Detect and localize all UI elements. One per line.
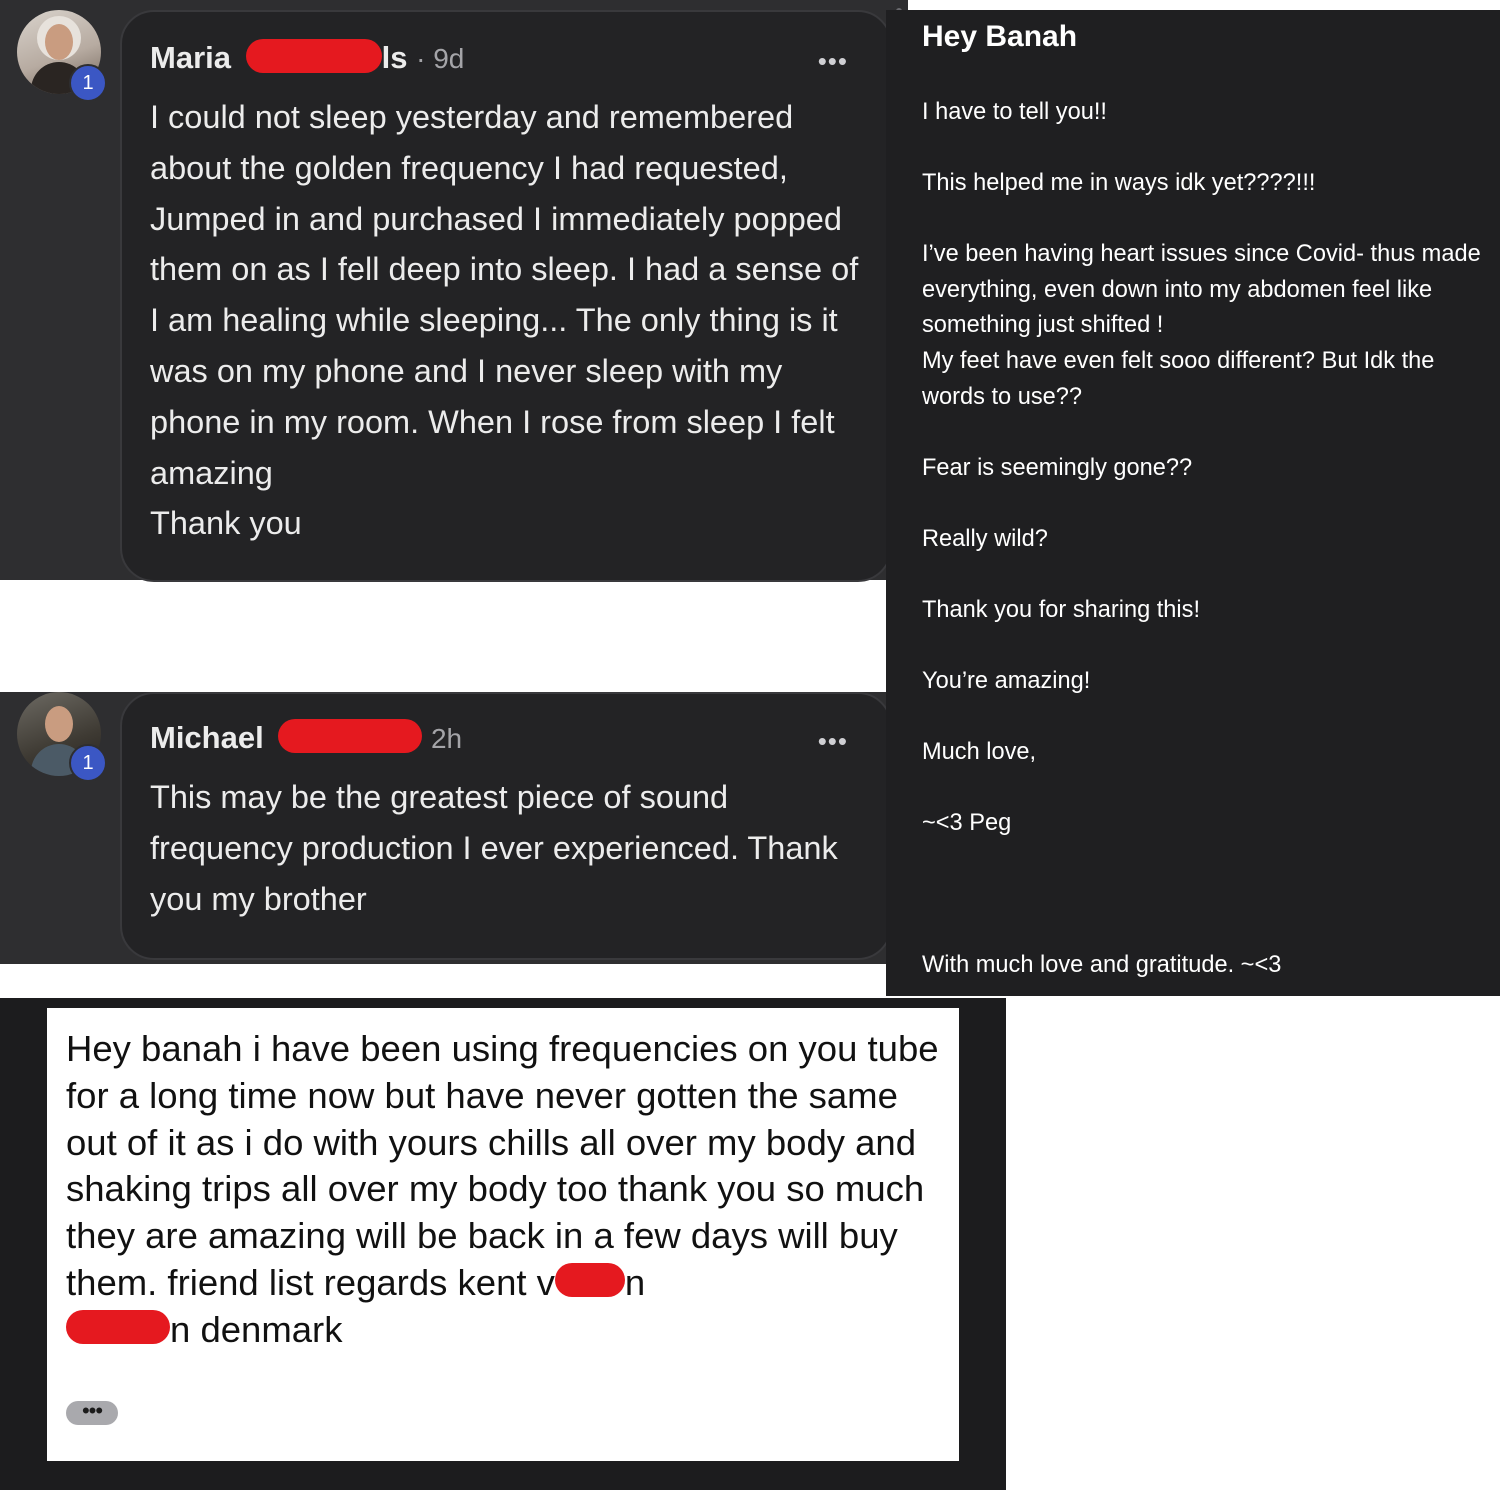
comment-panel-michael: 1 Michael 2h ••• This may be the greates… — [0, 692, 892, 964]
message-text: Hey banah i have been using frequencies … — [66, 1026, 946, 1354]
reaction-count-badge: 1 — [69, 744, 107, 782]
redaction-mark — [278, 718, 423, 753]
letter-line: My feet have even felt sooo different? B… — [922, 348, 1435, 410]
comment-panel-maria: 1 Maria ls · 9d ••• I could not sleep ye… — [0, 0, 908, 582]
letter-line: Thank you for sharing this! — [922, 597, 1201, 623]
reaction-count-badge: 1 — [69, 64, 107, 102]
comment-timestamp: 2h — [430, 723, 463, 754]
message-text-part: n — [624, 1261, 646, 1303]
comment-bubble: Michael 2h ••• This may be the greatest … — [120, 692, 892, 960]
comment-header: Michael 2h — [150, 718, 463, 757]
more-options-icon[interactable]: ••• — [818, 726, 848, 757]
letter-closing: With much love and gratitude. ~<3 — [922, 952, 1282, 978]
author-name-tail: ls — [381, 40, 408, 75]
author-name[interactable]: Michael — [150, 720, 264, 755]
comment-bubble: Maria ls · 9d ••• I could not sleep yest… — [120, 10, 892, 582]
redaction-mark — [66, 1310, 170, 1345]
avatar[interactable]: 1 — [17, 10, 107, 102]
letter-line: Much love, — [922, 739, 1037, 765]
comment-timestamp: · 9d — [416, 43, 465, 74]
letter-line: Really wild? — [922, 526, 1048, 552]
message-text-part: Hey banah i have been using frequencies … — [66, 1028, 939, 1303]
redaction-mark — [245, 38, 382, 73]
message-panel: Hey banah i have been using frequencies … — [0, 998, 1006, 1490]
letter-line: You’re amazing! — [922, 668, 1091, 694]
comment-header: Maria ls · 9d — [150, 38, 465, 77]
message-text-part: n denmark — [170, 1308, 343, 1350]
avatar[interactable]: 1 — [17, 692, 107, 782]
author-name[interactable]: Maria — [150, 40, 231, 75]
letter-line: Fear is seemingly gone?? — [922, 455, 1193, 481]
letter-line: I have to tell you!! — [922, 99, 1107, 125]
comment-text: This may be the greatest piece of sound … — [150, 779, 838, 917]
letter-title: Hey Banah — [922, 20, 1078, 53]
letter-panel: Hey Banah I have to tell you!! This help… — [886, 10, 1500, 996]
more-options-icon[interactable]: ••• — [818, 46, 848, 77]
letter-line: ~<3 Peg — [922, 810, 1012, 836]
message-card: Hey banah i have been using frequencies … — [47, 1008, 959, 1461]
redaction-mark — [554, 1263, 625, 1298]
comment-text: I could not sleep yesterday and remember… — [150, 99, 859, 542]
letter-line: I’ve been having heart issues since Covi… — [922, 241, 1481, 339]
letter-line: This helped me in ways idk yet????!!! — [922, 170, 1316, 196]
more-options-icon[interactable]: ••• — [66, 1400, 118, 1425]
